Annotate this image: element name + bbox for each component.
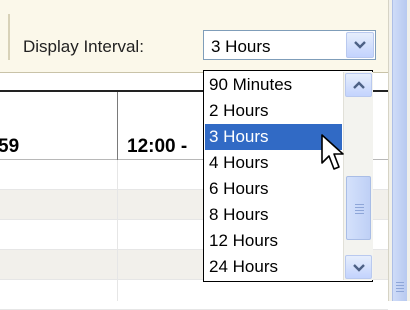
option-2-hours[interactable]: 2 Hours	[205, 98, 342, 124]
dropdown-scrollbar[interactable]	[343, 72, 373, 280]
scroll-down-button[interactable]	[345, 255, 372, 279]
interval-dropdown-list[interactable]: 90 Minutes 2 Hours 3 Hours 4 Hours 6 Hou…	[203, 70, 373, 282]
select-dropdown-button[interactable]	[346, 32, 374, 58]
scroll-up-button[interactable]	[345, 73, 372, 97]
dropdown-scroll-thumb[interactable]	[346, 176, 371, 240]
page-scrollbar-thumb[interactable]	[392, 0, 407, 301]
chevron-down-icon	[354, 41, 366, 49]
column-divider	[117, 92, 118, 162]
option-90-minutes[interactable]: 90 Minutes	[205, 72, 342, 98]
mouse-pointer-icon	[321, 134, 344, 170]
toolbar: Display Interval: 3 Hours	[0, 0, 388, 73]
arrow-down-icon	[353, 264, 365, 272]
option-24-hours[interactable]: 24 Hours	[205, 254, 342, 280]
scroll-grip	[355, 204, 364, 216]
column-header: 59	[0, 136, 20, 157]
option-12-hours[interactable]: 12 Hours	[205, 228, 342, 254]
display-interval-select[interactable]: 3 Hours	[203, 30, 376, 60]
display-interval-value: 3 Hours	[211, 37, 271, 56]
toolbar-separator	[8, 14, 10, 60]
arrow-up-icon	[353, 81, 365, 89]
column-divider	[117, 160, 118, 301]
display-interval-label: Display Interval:	[23, 37, 144, 56]
grid-row	[0, 280, 388, 310]
column-header: 12:00 -	[127, 136, 188, 157]
option-8-hours[interactable]: 8 Hours	[205, 202, 342, 228]
page-scroll-grip	[396, 282, 404, 294]
option-6-hours[interactable]: 6 Hours	[205, 176, 342, 202]
